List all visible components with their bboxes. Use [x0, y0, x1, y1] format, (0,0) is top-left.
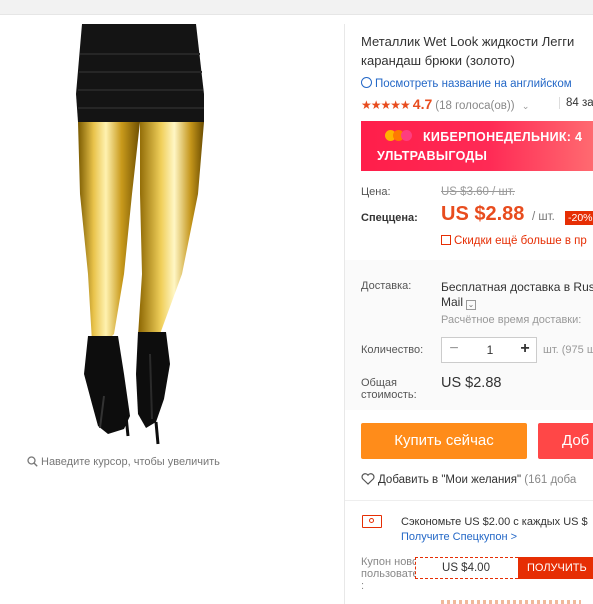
quantity-stepper: − 1 + [441, 337, 537, 363]
coupon-promo-link[interactable]: Скидки ещё больше в пр [441, 235, 587, 247]
title-line-1: Металлик Wet Look жидкости Легги [361, 34, 575, 49]
zoom-hint: Наведите курсор, чтобы увеличить [27, 456, 220, 468]
shipping-method[interactable]: Бесплатная доставка в Rus [441, 279, 593, 295]
star-rating-icon: ★★★★★ [361, 98, 411, 112]
new-user-coupon: US $4.00 ПОЛУЧИТЬ [415, 557, 593, 579]
shipping-method-selector[interactable]: Mail ⌄ [441, 295, 477, 310]
coupon-promo-text: Скидки ещё больше в пр [454, 235, 587, 247]
buy-now-button[interactable]: Купить сейчас [361, 423, 527, 459]
shipping-method-line-2: Mail [441, 295, 464, 309]
rating-votes: (18 голоса(ов)) [435, 100, 515, 112]
magnifier-icon [27, 456, 38, 467]
wishlist-label: Добавить в "Мои желания" [378, 474, 522, 486]
product-details: Металлик Wet Look жидкости Легги каранда… [361, 0, 593, 604]
discount-badge: -20% [565, 211, 593, 225]
product-image[interactable] [0, 24, 272, 450]
quantity-minus-button[interactable]: − [442, 338, 466, 362]
stock-available: шт. (975 ш [543, 344, 593, 356]
rating-score: 4.7 [412, 96, 433, 112]
divider [345, 500, 593, 501]
product-title: Металлик Wet Look жидкости Легги каранда… [361, 32, 593, 70]
coupon-amount: US $4.00 [442, 562, 490, 574]
total-label-line-1: Общая [361, 377, 397, 389]
old-price: US $3.60 / шт. [441, 186, 515, 198]
quantity-plus-button[interactable]: + [514, 338, 536, 362]
special-price-label: Спеццена: [361, 212, 418, 224]
delivery-eta: Расчётное время доставки: [441, 314, 582, 326]
price-per-unit: / шт. [532, 211, 555, 223]
promo-line-2: УЛЬТРАВЫГОДЫ [377, 149, 488, 163]
promo-line-1: КИБЕРПОНЕДЕЛЬНИК: 4 [423, 130, 583, 144]
globe-icon [361, 77, 372, 88]
coupon-ticket-icon [362, 515, 382, 528]
quantity-input[interactable]: 1 [466, 338, 514, 362]
quantity-label: Количество: [361, 344, 424, 356]
current-price: US $2.88 [441, 203, 525, 225]
qr-code-icon [441, 235, 451, 245]
orders-count: 84 за [559, 97, 593, 109]
store-coupon-offer: Сэкономьте US $2.00 с каждых US $ [401, 516, 588, 528]
add-to-cart-button[interactable]: Доб [538, 423, 593, 459]
title-line-2: карандаш брюки (золото) [361, 53, 515, 68]
new-user-label-line-3: : [361, 580, 365, 592]
translate-link-text: Посмотреть название на английском [375, 78, 572, 90]
total-price: US $2.88 [441, 375, 502, 391]
promo-dots-icon [385, 130, 412, 144]
heart-icon [361, 473, 375, 485]
price-label: Цена: [361, 186, 391, 198]
wishlist-count: (161 доба [524, 474, 577, 486]
leggings-photo [76, 24, 204, 445]
chevron-down-icon: ⌄ [466, 300, 477, 310]
get-coupon-link[interactable]: Получите Спецкупон > [401, 531, 517, 543]
decorative-border [441, 600, 581, 604]
rating[interactable]: ★★★★★ 4.7 (18 голоса(ов)) ⌄ [361, 96, 529, 112]
get-coupon-button[interactable]: ПОЛУЧИТЬ [518, 557, 593, 579]
promo-banner[interactable]: КИБЕРПОНЕДЕЛЬНИК: 4 УЛЬТРАВЫГОДЫ [361, 121, 593, 171]
zoom-hint-text: Наведите курсор, чтобы увеличить [41, 456, 220, 468]
shipping-label: Доставка: [361, 280, 412, 292]
total-label: Общая стоимость: [361, 377, 417, 401]
total-label-line-2: стоимость: [361, 389, 417, 401]
chevron-down-icon: ⌄ [521, 101, 530, 111]
translate-link[interactable]: Посмотреть название на английском [361, 77, 572, 90]
add-to-wishlist[interactable]: Добавить в "Мои желания" (161 доба [361, 473, 576, 486]
